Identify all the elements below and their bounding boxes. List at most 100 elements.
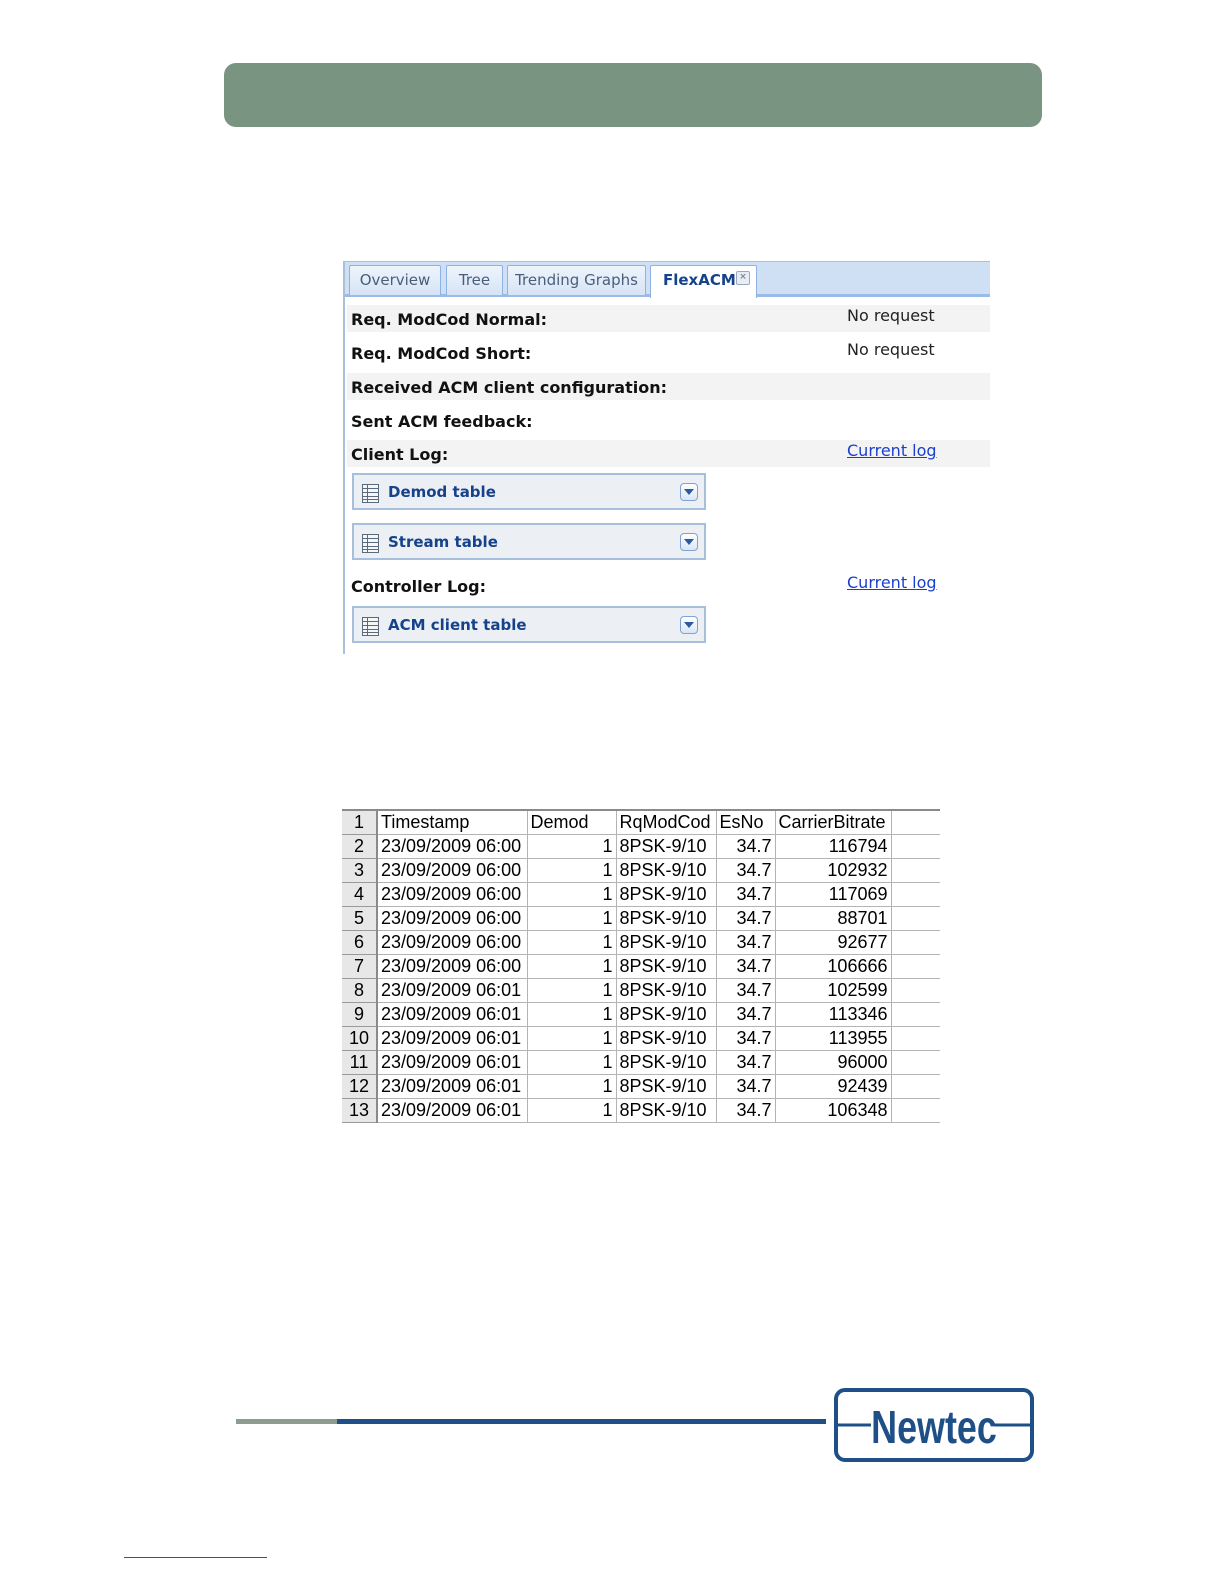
table-cell[interactable]: 113955 (775, 1026, 892, 1051)
table-cell[interactable]: 34.7 (716, 882, 776, 907)
empty-cell[interactable] (891, 809, 940, 835)
table-cell[interactable]: 23/09/2009 06:01 (377, 1002, 528, 1027)
table-cell[interactable]: 1 (527, 1074, 617, 1099)
table-cell[interactable]: 106666 (775, 954, 892, 979)
table-cell[interactable]: 23/09/2009 06:01 (377, 1098, 528, 1123)
table-cell[interactable]: 1 (527, 1050, 617, 1075)
chevron-down-icon[interactable] (680, 616, 698, 634)
table-cell[interactable]: 34.7 (716, 954, 776, 979)
table-cell[interactable]: 8PSK-9/10 (616, 834, 717, 859)
demod-table-combo[interactable]: Demod table (352, 473, 706, 510)
chevron-down-icon[interactable] (680, 533, 698, 551)
table-cell[interactable]: 96000 (775, 1050, 892, 1075)
table-cell[interactable]: 34.7 (716, 1002, 776, 1027)
row-number[interactable]: 11 (342, 1050, 378, 1075)
row-number[interactable]: 13 (342, 1098, 378, 1123)
table-cell[interactable]: 34.7 (716, 1050, 776, 1075)
table-cell[interactable]: 1 (527, 858, 617, 883)
table-cell[interactable]: 1 (527, 930, 617, 955)
table-cell[interactable]: 116794 (775, 834, 892, 859)
empty-cell[interactable] (891, 1002, 940, 1027)
close-icon[interactable]: × (736, 271, 750, 285)
table-cell[interactable]: 8PSK-9/10 (616, 1050, 717, 1075)
table-cell[interactable]: 1 (527, 954, 617, 979)
table-cell[interactable]: 1 (527, 1002, 617, 1027)
empty-cell[interactable] (891, 1050, 940, 1075)
controller-current-log-link[interactable]: Current log (847, 573, 937, 592)
table-cell[interactable]: 1 (527, 834, 617, 859)
empty-cell[interactable] (891, 978, 940, 1003)
empty-cell[interactable] (891, 1026, 940, 1051)
empty-cell[interactable] (891, 882, 940, 907)
empty-cell[interactable] (891, 954, 940, 979)
row-number[interactable]: 7 (342, 954, 378, 979)
table-cell[interactable]: 23/09/2009 06:00 (377, 834, 528, 859)
client-current-log-link[interactable]: Current log (847, 441, 937, 460)
table-cell[interactable]: 8PSK-9/10 (616, 1002, 717, 1027)
table-cell[interactable]: 92439 (775, 1074, 892, 1099)
table-cell[interactable]: 34.7 (716, 1098, 776, 1123)
column-header[interactable]: Timestamp (377, 809, 528, 835)
table-cell[interactable]: 8PSK-9/10 (616, 1098, 717, 1123)
table-cell[interactable]: 92677 (775, 930, 892, 955)
empty-cell[interactable] (891, 858, 940, 883)
row-number[interactable]: 9 (342, 1002, 378, 1027)
table-cell[interactable]: 23/09/2009 06:00 (377, 930, 528, 955)
table-cell[interactable]: 23/09/2009 06:00 (377, 882, 528, 907)
table-cell[interactable]: 1 (527, 1098, 617, 1123)
table-cell[interactable]: 8PSK-9/10 (616, 882, 717, 907)
table-cell[interactable]: 23/09/2009 06:00 (377, 954, 528, 979)
table-cell[interactable]: 34.7 (716, 858, 776, 883)
table-cell[interactable]: 23/09/2009 06:01 (377, 1050, 528, 1075)
table-cell[interactable]: 8PSK-9/10 (616, 1074, 717, 1099)
empty-cell[interactable] (891, 834, 940, 859)
table-cell[interactable]: 23/09/2009 06:01 (377, 978, 528, 1003)
chevron-down-icon[interactable] (680, 483, 698, 501)
table-cell[interactable]: 1 (527, 978, 617, 1003)
table-cell[interactable]: 34.7 (716, 906, 776, 931)
table-cell[interactable]: 8PSK-9/10 (616, 930, 717, 955)
column-header[interactable]: EsNo (716, 809, 776, 835)
table-cell[interactable]: 88701 (775, 906, 892, 931)
row-number[interactable]: 3 (342, 858, 378, 883)
column-header[interactable]: CarrierBitrate (775, 809, 892, 835)
table-cell[interactable]: 117069 (775, 882, 892, 907)
table-cell[interactable]: 34.7 (716, 978, 776, 1003)
acm-client-table-combo[interactable]: ACM client table (352, 606, 706, 643)
table-cell[interactable]: 23/09/2009 06:01 (377, 1074, 528, 1099)
column-header[interactable]: RqModCod (616, 809, 717, 835)
table-cell[interactable]: 34.7 (716, 1074, 776, 1099)
table-cell[interactable]: 8PSK-9/10 (616, 906, 717, 931)
table-cell[interactable]: 23/09/2009 06:01 (377, 1026, 528, 1051)
table-cell[interactable]: 102599 (775, 978, 892, 1003)
table-cell[interactable]: 106348 (775, 1098, 892, 1123)
empty-cell[interactable] (891, 1074, 940, 1099)
row-number[interactable]: 2 (342, 834, 378, 859)
column-header[interactable]: Demod (527, 809, 617, 835)
table-cell[interactable]: 34.7 (716, 1026, 776, 1051)
table-cell[interactable]: 34.7 (716, 834, 776, 859)
table-cell[interactable]: 34.7 (716, 930, 776, 955)
tab-flexacm[interactable]: FlexACM × (650, 265, 757, 298)
table-cell[interactable]: 8PSK-9/10 (616, 1026, 717, 1051)
table-cell[interactable]: 8PSK-9/10 (616, 858, 717, 883)
row-number[interactable]: 10 (342, 1026, 378, 1051)
row-number[interactable]: 1 (342, 809, 378, 835)
empty-cell[interactable] (891, 1098, 940, 1123)
tab-tree[interactable]: Tree (446, 265, 503, 295)
table-cell[interactable]: 23/09/2009 06:00 (377, 858, 528, 883)
tab-trending-graphs[interactable]: Trending Graphs (507, 265, 646, 295)
row-number[interactable]: 8 (342, 978, 378, 1003)
table-cell[interactable]: 8PSK-9/10 (616, 978, 717, 1003)
row-number[interactable]: 4 (342, 882, 378, 907)
table-cell[interactable]: 1 (527, 882, 617, 907)
table-cell[interactable]: 113346 (775, 1002, 892, 1027)
row-number[interactable]: 6 (342, 930, 378, 955)
row-number[interactable]: 12 (342, 1074, 378, 1099)
tab-overview[interactable]: Overview (349, 265, 441, 295)
table-cell[interactable]: 102932 (775, 858, 892, 883)
row-number[interactable]: 5 (342, 906, 378, 931)
table-cell[interactable]: 8PSK-9/10 (616, 954, 717, 979)
stream-table-combo[interactable]: Stream table (352, 523, 706, 560)
table-cell[interactable]: 23/09/2009 06:00 (377, 906, 528, 931)
